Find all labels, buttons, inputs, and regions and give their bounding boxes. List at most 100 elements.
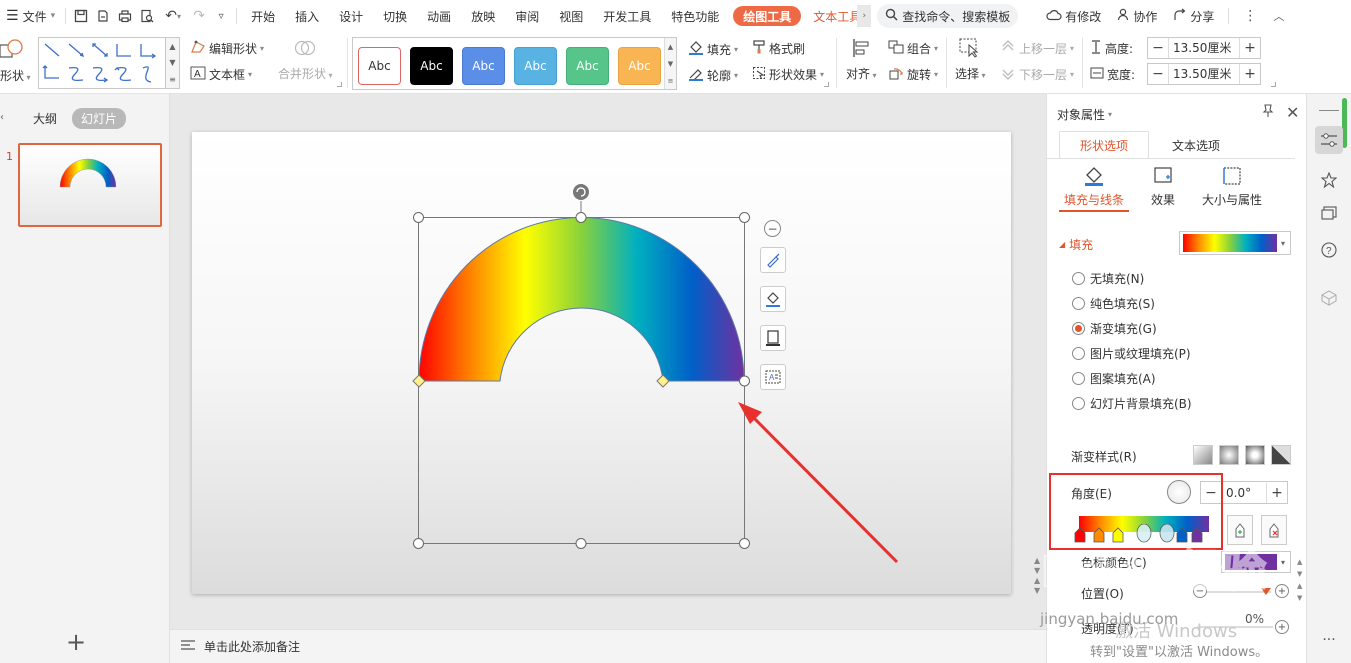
search-box[interactable]: 查找命令、搜索模板 — [877, 4, 1019, 28]
more-options-icon[interactable]: ⋮ — [1237, 8, 1263, 24]
fill-option-solid[interactable]: 纯色填充(S) — [1072, 295, 1155, 312]
send-backward-button[interactable]: 下移一层 ▾ — [1000, 66, 1074, 83]
tab-drawing-tools[interactable]: 绘图工具 — [733, 6, 802, 26]
more-icon[interactable]: ··· — [1315, 626, 1343, 654]
fill-option-slide-bg[interactable]: 幻灯片背景填充(B) — [1072, 395, 1192, 412]
shape-gallery[interactable] — [38, 37, 166, 89]
pane-scroll-arrows[interactable]: ▲ ▼ ▲ ▼ — [1297, 556, 1302, 604]
save-icon[interactable] — [70, 5, 92, 27]
export-icon[interactable] — [92, 5, 114, 27]
redo-icon[interactable]: ↷ — [188, 5, 210, 27]
angle-input[interactable]: 0.0° — [1221, 482, 1267, 503]
dialog-launcher-icon[interactable] — [824, 82, 829, 87]
height-increase-button[interactable]: + — [1240, 38, 1260, 58]
chevron-right-icon[interactable]: › — [857, 5, 872, 27]
panel-close-icon[interactable]: ‹ — [0, 112, 4, 123]
subtab-fill-line[interactable]: 填充与线条 — [1059, 166, 1129, 212]
comment-icon[interactable] — [1315, 200, 1343, 228]
select-button[interactable]: 选择 ▾ — [955, 38, 986, 82]
style-swatch-1[interactable]: Abc — [358, 47, 401, 85]
fill-option-gradient[interactable]: 渐变填充(G) — [1072, 320, 1157, 337]
gradient-style-radial[interactable] — [1219, 445, 1239, 465]
slide-thumbnail[interactable] — [18, 143, 162, 227]
tab-animations[interactable]: 动画 — [417, 0, 461, 32]
pin-icon[interactable] — [1261, 104, 1275, 121]
close-icon[interactable]: ✕ — [1286, 103, 1299, 122]
collapse-float-tools-icon[interactable]: − — [764, 220, 781, 237]
subtab-effect[interactable]: 效果 — [1143, 166, 1183, 212]
help-icon[interactable]: ? — [1315, 236, 1343, 264]
tab-review[interactable]: 审阅 — [505, 0, 549, 32]
shape-button[interactable]: 形状 ▾ — [0, 38, 31, 84]
style-swatch-3[interactable]: Abc — [462, 47, 505, 85]
add-slide-button[interactable]: + — [66, 628, 86, 656]
merge-shape-button[interactable]: 合并形状 ▾ — [278, 38, 333, 82]
shape-fill-float-button[interactable] — [760, 286, 786, 312]
tab-insert[interactable]: 插入 — [285, 0, 329, 32]
align-button[interactable]: 对齐 ▾ — [846, 38, 877, 82]
fill-gradient-dropdown[interactable]: ▾ — [1179, 231, 1291, 255]
rotate-button[interactable]: 旋转 ▾ — [888, 66, 938, 83]
slide-canvas[interactable] — [192, 132, 1011, 594]
notes-bar[interactable]: 单击此处添加备注 — [170, 629, 1046, 663]
style-swatch-2[interactable]: Abc — [410, 47, 453, 85]
angle-increase-button[interactable]: + — [1267, 483, 1287, 503]
subtab-size-properties[interactable]: 大小与属性 — [1197, 166, 1267, 212]
width-decrease-button[interactable]: − — [1148, 64, 1168, 84]
share-button[interactable]: 分享 — [1167, 8, 1220, 25]
tab-design[interactable]: 设计 — [329, 0, 373, 32]
fill-option-picture[interactable]: 图片或纹理填充(P) — [1072, 345, 1191, 362]
animation-star-icon[interactable] — [1315, 166, 1343, 194]
fill-option-none[interactable]: 无填充(N) — [1072, 270, 1144, 287]
rotate-handle-icon[interactable] — [573, 184, 589, 200]
transparency-plus-button[interactable]: + — [1275, 620, 1289, 634]
tab-shape-options[interactable]: 形状选项 — [1059, 131, 1149, 159]
collapse-ribbon-icon[interactable]: ︿ — [1267, 8, 1290, 24]
print-icon[interactable] — [114, 5, 136, 27]
tab-slides[interactable]: 幻灯片 — [72, 108, 127, 129]
fill-section-header[interactable]: ◢ 填充 — [1059, 236, 1093, 253]
tab-view[interactable]: 视图 — [549, 0, 593, 32]
layout-options-float-button[interactable]: A — [760, 364, 786, 390]
gradient-style-path[interactable] — [1271, 445, 1291, 465]
gradient-style-linear[interactable] — [1193, 445, 1213, 465]
dialog-launcher-icon[interactable] — [337, 82, 342, 87]
tab-transitions[interactable]: 切换 — [373, 0, 417, 32]
fill-option-pattern[interactable]: 图案填充(A) — [1072, 370, 1156, 387]
tab-text-options[interactable]: 文本选项 — [1151, 131, 1241, 159]
style-swatch-5[interactable]: Abc — [566, 47, 609, 85]
print-preview-icon[interactable] — [136, 5, 158, 27]
height-stepper[interactable]: − 13.50厘米 + — [1147, 37, 1261, 59]
tab-home[interactable]: 开始 — [241, 0, 285, 32]
tab-text-tools[interactable]: 文本工具 — [805, 0, 857, 32]
dialog-launcher-icon[interactable] — [1271, 82, 1276, 87]
group-button[interactable]: 组合 ▾ — [888, 40, 938, 57]
style-gallery-scroll[interactable]: ▲ ▼ ≡ — [664, 38, 676, 89]
has-changes-button[interactable]: 有修改 — [1040, 8, 1107, 25]
tab-outline[interactable]: 大纲 — [24, 108, 66, 129]
properties-settings-icon[interactable] — [1315, 126, 1343, 154]
shape-outline-float-button[interactable] — [760, 325, 786, 351]
height-decrease-button[interactable]: − — [1148, 38, 1168, 58]
file-menu[interactable]: ☰ 文件 ▾ — [0, 0, 61, 32]
collaborate-button[interactable]: 协作 — [1111, 8, 1163, 25]
cube-icon[interactable] — [1315, 284, 1343, 312]
undo-icon[interactable]: ↶ ▾ — [158, 5, 188, 27]
outline-button[interactable]: 轮廓 ▾ — [688, 66, 738, 84]
width-stepper[interactable]: − 13.50厘米 + — [1147, 63, 1261, 85]
pane-title[interactable]: 对象属性 ▾ — [1057, 106, 1112, 123]
customize-chevron-icon[interactable]: ▿ — [210, 5, 232, 27]
format-painter-button[interactable]: 格式刷 — [752, 40, 805, 57]
width-increase-button[interactable]: + — [1240, 64, 1260, 84]
transparency-value[interactable]: 0% — [1245, 612, 1264, 626]
shape-style-float-button[interactable] — [760, 247, 786, 273]
style-swatch-4[interactable]: Abc — [514, 47, 557, 85]
tab-developer[interactable]: 开发工具 — [593, 0, 661, 32]
bring-forward-button[interactable]: 上移一层 ▾ — [1000, 40, 1074, 57]
text-box-button[interactable]: A 文本框 ▾ — [190, 66, 252, 83]
fill-button[interactable]: 填充 ▾ — [688, 40, 738, 58]
gradient-style-rect[interactable] — [1245, 445, 1265, 465]
tab-special[interactable]: 特色功能 — [661, 0, 729, 32]
width-input[interactable]: 13.50厘米 — [1168, 64, 1240, 84]
style-swatch-6[interactable]: Abc — [618, 47, 661, 85]
